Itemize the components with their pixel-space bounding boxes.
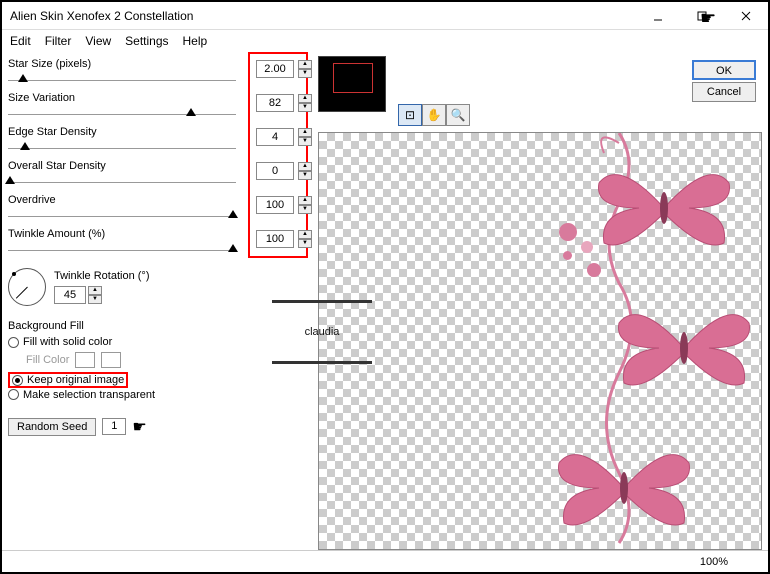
slider-thumb[interactable] (228, 244, 238, 252)
overall-density-slider[interactable] (8, 182, 236, 183)
zoom-level: 100% (700, 556, 728, 568)
preview-area[interactable] (318, 132, 762, 550)
slider-thumb[interactable] (18, 74, 28, 82)
twinkle-amount-slider[interactable] (8, 250, 236, 251)
ok-button[interactable]: OK (692, 60, 756, 80)
edge-density-input[interactable]: 4 (256, 128, 294, 146)
star-size-slider[interactable] (8, 80, 236, 81)
star-size-input[interactable]: 2.00 (256, 60, 294, 78)
selection-tool-icon[interactable]: ⊡ (398, 104, 422, 126)
overall-density-label: Overall Star Density (8, 160, 106, 172)
twinkle-rotation-knob[interactable] (8, 268, 46, 306)
menu-settings[interactable]: Settings (125, 34, 168, 48)
fill-color-swatch2[interactable] (101, 352, 121, 368)
navigator-selection[interactable] (333, 63, 373, 93)
size-variation-slider[interactable] (8, 114, 236, 115)
overall-density-input[interactable]: 0 (256, 162, 294, 180)
overdrive-slider[interactable] (8, 216, 236, 217)
preview-artwork (459, 132, 759, 550)
overall-density-spinner[interactable]: ▲▼ (298, 162, 312, 180)
star-size-label: Star Size (pixels) (8, 58, 91, 70)
fill-color-label: Fill Color (26, 354, 69, 366)
pointing-hand-icon: ☛ (700, 8, 716, 29)
overdrive-label: Overdrive (8, 194, 56, 206)
menu-help[interactable]: Help (183, 34, 208, 48)
slider-thumb[interactable] (5, 176, 15, 184)
navigator-thumbnail[interactable] (318, 56, 386, 112)
background-fill-header: Background Fill (8, 320, 308, 332)
twinkle-rotation-spinner[interactable]: ▲▼ (88, 286, 102, 304)
size-variation-spinner[interactable]: ▲▼ (298, 94, 312, 112)
random-seed-input[interactable]: 1 (102, 418, 126, 435)
watermark-badge: claudia (272, 300, 372, 364)
overdrive-spinner[interactable]: ▲▼ (298, 196, 312, 214)
size-variation-label: Size Variation (8, 92, 75, 104)
hand-tool-icon[interactable]: ✋ (422, 104, 446, 126)
menu-filter[interactable]: Filter (45, 34, 72, 48)
twinkle-amount-input[interactable]: 100 (256, 230, 294, 248)
radio-fill-solid[interactable]: Fill with solid color (8, 336, 308, 348)
close-button[interactable] (724, 2, 768, 30)
highlight-box-2: Keep original image (8, 372, 128, 388)
minimize-button[interactable] (636, 2, 680, 30)
radio-make-transparent[interactable]: Make selection transparent (8, 389, 308, 401)
twinkle-rotation-input[interactable]: 45 (54, 286, 86, 304)
size-variation-input[interactable]: 82 (256, 94, 294, 112)
slider-thumb[interactable] (228, 210, 238, 218)
pointing-hand-icon: ☛ (132, 417, 146, 437)
cancel-button[interactable]: Cancel (692, 82, 756, 102)
slider-thumb[interactable] (20, 142, 30, 150)
radio-keep-original[interactable]: Keep original image (12, 374, 124, 386)
random-seed-button[interactable]: Random Seed (8, 418, 96, 436)
twinkle-rotation-label: Twinkle Rotation (°) (54, 270, 150, 282)
edge-density-spinner[interactable]: ▲▼ (298, 128, 312, 146)
fill-color-swatch[interactable] (75, 352, 95, 368)
star-size-spinner[interactable]: ▲▼ (298, 60, 312, 78)
zoom-tool-icon[interactable]: 🔍 (446, 104, 470, 126)
window-title: Alien Skin Xenofex 2 Constellation (10, 9, 193, 23)
menu-view[interactable]: View (85, 34, 111, 48)
slider-thumb[interactable] (186, 108, 196, 116)
edge-density-label: Edge Star Density (8, 126, 97, 138)
overdrive-input[interactable]: 100 (256, 196, 294, 214)
menu-edit[interactable]: Edit (10, 34, 31, 48)
twinkle-amount-spinner[interactable]: ▲▼ (298, 230, 312, 248)
twinkle-amount-label: Twinkle Amount (%) (8, 228, 105, 240)
edge-density-slider[interactable] (8, 148, 236, 149)
